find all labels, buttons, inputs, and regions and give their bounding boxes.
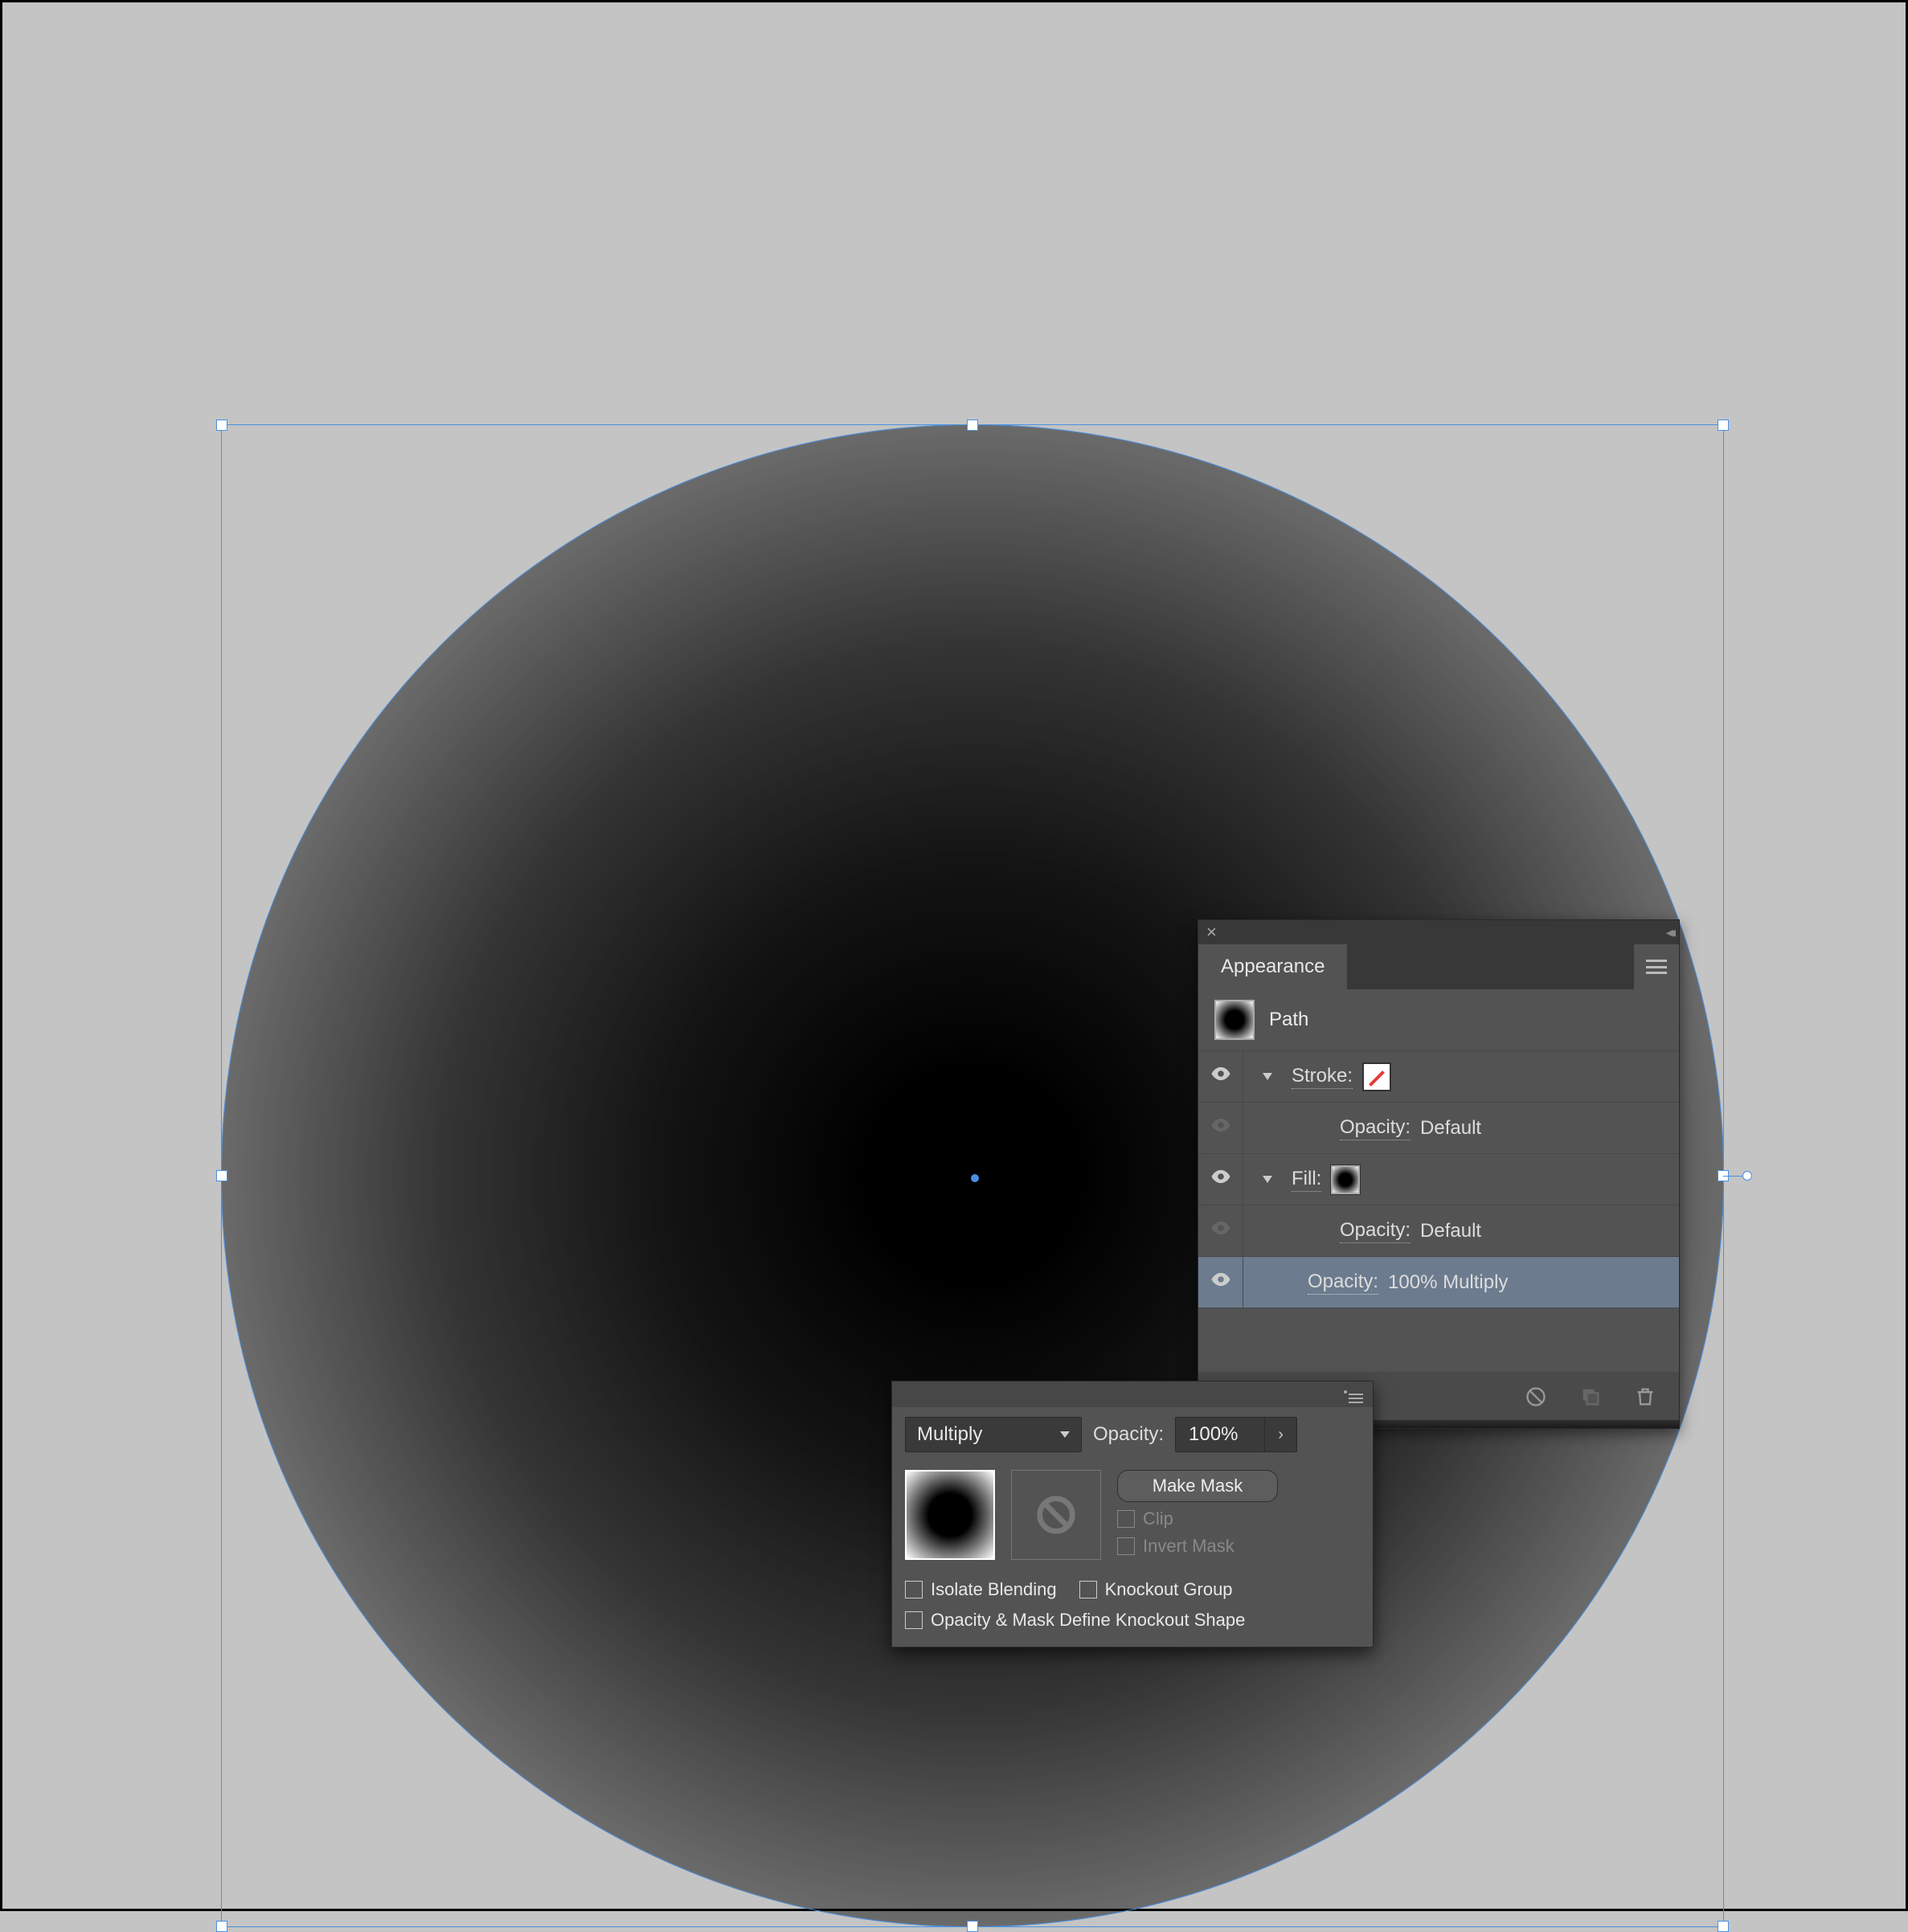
stroke-opacity-row[interactable]: Opacity: Default: [1198, 1102, 1679, 1153]
blend-mode-dropdown[interactable]: Multiply: [905, 1417, 1082, 1452]
knockout-group-row[interactable]: Knockout Group: [1079, 1579, 1233, 1600]
target-label: Path: [1269, 1009, 1308, 1031]
eye-icon[interactable]: [1210, 1063, 1231, 1090]
isolate-blending-checkbox[interactable]: [905, 1581, 923, 1598]
clip-label: Clip: [1143, 1508, 1173, 1529]
clip-checkbox-row: Clip: [1117, 1508, 1360, 1529]
invert-mask-label: Invert Mask: [1143, 1536, 1234, 1557]
knockout-group-checkbox[interactable]: [1079, 1581, 1097, 1598]
panel-titlebar[interactable]: × ◂◂: [1198, 920, 1679, 944]
make-mask-button[interactable]: Make Mask: [1117, 1470, 1278, 1502]
invert-mask-checkbox: [1117, 1537, 1135, 1555]
chevron-right-icon[interactable]: ›: [1264, 1418, 1296, 1451]
transparency-thumbs-row: Make Mask Clip Invert Mask: [892, 1462, 1373, 1573]
opacity-value: 100% Multiply: [1388, 1271, 1508, 1294]
handle-bottom-right[interactable]: [1718, 1921, 1729, 1932]
handle-top-left[interactable]: [216, 420, 227, 431]
fill-label[interactable]: Fill:: [1292, 1168, 1321, 1192]
fill-opacity-row[interactable]: Opacity: Default: [1198, 1205, 1679, 1256]
target-thumbnail: [1214, 1000, 1255, 1040]
chevron-down-icon[interactable]: [1263, 1176, 1272, 1183]
stroke-label[interactable]: Stroke:: [1292, 1065, 1353, 1089]
isolate-blending-label: Isolate Blending: [931, 1579, 1057, 1600]
rotate-handle-line: [1723, 1176, 1747, 1177]
object-opacity-row[interactable]: Opacity: 100% Multiply: [1198, 1256, 1679, 1308]
eye-icon[interactable]: [1210, 1115, 1231, 1141]
transparency-controls-row: Multiply Opacity: 100% ›: [892, 1407, 1373, 1462]
make-mask-label: Make Mask: [1153, 1476, 1243, 1496]
opacity-value: Default: [1420, 1220, 1481, 1242]
transparency-titlebar[interactable]: [892, 1381, 1373, 1407]
opacity-label: Opacity:: [1093, 1423, 1164, 1446]
blend-mode-value: Multiply: [917, 1423, 982, 1446]
panel-menu-icon[interactable]: [1349, 1381, 1363, 1407]
hamburger-icon: [1646, 960, 1667, 974]
opacity-field[interactable]: 100% ›: [1175, 1417, 1297, 1452]
chevron-down-icon[interactable]: [1263, 1073, 1272, 1080]
appearance-empty-area: [1198, 1308, 1679, 1372]
fill-swatch[interactable]: [1331, 1165, 1360, 1194]
appearance-body: Path Stroke: Opacity: Default: [1198, 989, 1679, 1428]
clip-checkbox: [1117, 1510, 1135, 1528]
appearance-target-row[interactable]: Path: [1198, 989, 1679, 1050]
rotate-handle[interactable]: [1742, 1171, 1752, 1181]
object-thumbnail[interactable]: [905, 1470, 995, 1560]
panel-tab-row: Appearance: [1198, 944, 1679, 989]
eye-icon[interactable]: [1210, 1218, 1231, 1244]
chevron-down-icon: [1060, 1431, 1070, 1438]
opacity-value: Default: [1420, 1117, 1481, 1140]
knockout-group-label: Knockout Group: [1105, 1579, 1233, 1600]
isolate-blending-row[interactable]: Isolate Blending: [905, 1579, 1057, 1600]
handle-bottom-left[interactable]: [216, 1921, 227, 1932]
eye-icon[interactable]: [1210, 1166, 1231, 1193]
mask-thumbnail[interactable]: [1011, 1470, 1101, 1560]
opacity-label[interactable]: Opacity:: [1340, 1116, 1411, 1140]
trash-icon[interactable]: [1634, 1386, 1656, 1408]
panel-menu-button[interactable]: [1634, 944, 1679, 989]
eye-icon[interactable]: [1210, 1269, 1231, 1296]
opacity-label[interactable]: Opacity:: [1308, 1271, 1378, 1295]
duplicate-icon[interactable]: [1579, 1386, 1602, 1408]
selection-center-point: [971, 1174, 979, 1182]
appearance-panel[interactable]: × ◂◂ Appearance Path Stroke:: [1198, 919, 1680, 1429]
tab-appearance[interactable]: Appearance: [1198, 944, 1347, 989]
no-symbol-icon[interactable]: [1525, 1386, 1547, 1408]
define-knockout-checkbox[interactable]: [905, 1611, 923, 1629]
define-knockout-label: Opacity & Mask Define Knockout Shape: [931, 1610, 1245, 1631]
opacity-value[interactable]: 100%: [1176, 1418, 1264, 1451]
stroke-row[interactable]: Stroke:: [1198, 1050, 1679, 1102]
close-icon[interactable]: ×: [1206, 923, 1217, 941]
collapse-icon[interactable]: ◂◂: [1666, 924, 1671, 941]
fill-row[interactable]: Fill:: [1198, 1153, 1679, 1205]
invert-mask-checkbox-row: Invert Mask: [1117, 1536, 1360, 1557]
opacity-label[interactable]: Opacity:: [1340, 1219, 1411, 1243]
transparency-options: Isolate Blending Knockout Group Opacity …: [892, 1573, 1373, 1647]
transparency-panel[interactable]: Multiply Opacity: 100% › Make Mask Clip …: [891, 1381, 1374, 1648]
define-knockout-row[interactable]: Opacity & Mask Define Knockout Shape: [905, 1610, 1360, 1631]
stroke-swatch-none[interactable]: [1362, 1062, 1391, 1091]
tab-label: Appearance: [1221, 956, 1325, 978]
handle-top-right[interactable]: [1718, 420, 1729, 431]
